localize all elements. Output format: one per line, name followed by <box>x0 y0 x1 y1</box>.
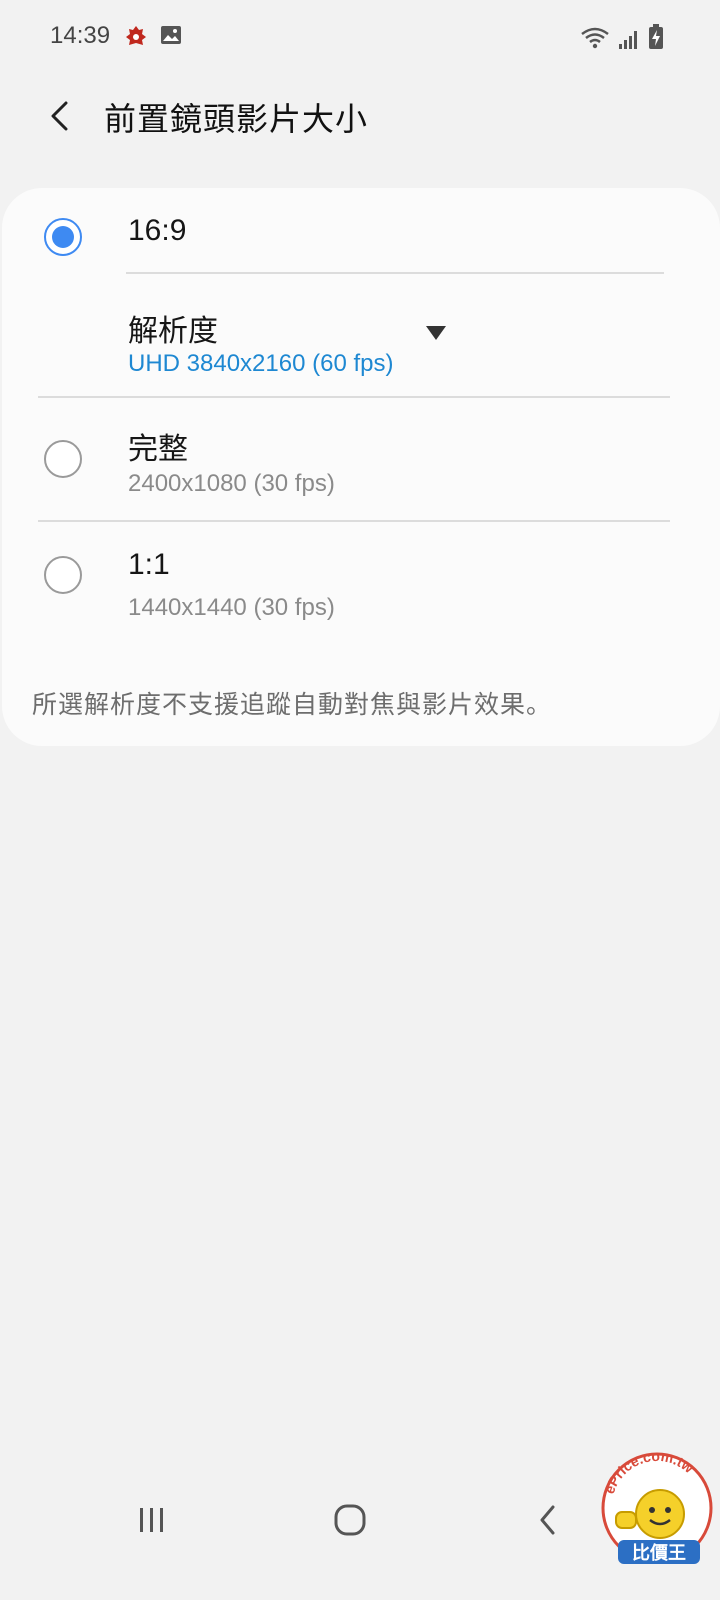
back-icon <box>540 1505 555 1535</box>
option-16-9[interactable]: 16:9 解析度 UHD 3840x2160 (60 fps) <box>2 188 720 396</box>
video-size-options-card: 16:9 解析度 UHD 3840x2160 (60 fps) 完整 2400x… <box>2 188 720 746</box>
back-arrow-icon <box>51 101 68 131</box>
back-button[interactable] <box>34 90 86 142</box>
resolution-note: 所選解析度不支援追蹤自動對焦與影片效果。 <box>32 691 553 719</box>
status-right-icons <box>580 24 664 55</box>
page-title: 前置鏡頭影片大小 <box>104 101 369 137</box>
resolution-dropdown-icon[interactable] <box>426 326 446 340</box>
option-full-label: 完整 <box>128 433 188 466</box>
recents-button[interactable] <box>122 1490 182 1550</box>
radio-16-9[interactable] <box>44 218 82 256</box>
nav-back-button[interactable] <box>518 1490 578 1550</box>
radio-full[interactable] <box>44 440 82 478</box>
option-1-1-sub: 1440x1440 (30 fps) <box>128 594 335 621</box>
resolution-label: 解析度 <box>128 315 218 348</box>
signal-icon <box>618 28 640 55</box>
status-bar: 14:39 <box>0 0 720 72</box>
home-icon <box>334 1504 366 1536</box>
app-icon <box>124 24 148 53</box>
app-bar: 前置鏡頭影片大小 <box>0 72 720 162</box>
status-left-icons <box>124 24 182 53</box>
option-16-9-label: 16:9 <box>128 214 187 247</box>
svg-text:比價王: 比價王 <box>632 1542 686 1564</box>
eprice-watermark-logo: ePrice.com.tw 比價王 <box>598 1448 716 1570</box>
option-1-1-label: 1:1 <box>128 548 170 581</box>
gallery-icon <box>160 24 182 53</box>
home-button[interactable] <box>320 1490 380 1550</box>
radio-1-1[interactable] <box>44 556 82 594</box>
status-time: 14:39 <box>50 22 111 49</box>
recents-icon <box>140 1508 163 1532</box>
option-16-9-divider <box>126 272 664 274</box>
wifi-icon <box>580 26 610 55</box>
option-full-sub: 2400x1080 (30 fps) <box>128 470 335 497</box>
resolution-value[interactable]: UHD 3840x2160 (60 fps) <box>128 350 393 378</box>
option-1-1[interactable]: 1:1 1440x1440 (30 fps) <box>2 522 720 644</box>
option-full[interactable]: 完整 2400x1080 (30 fps) <box>2 398 720 520</box>
battery-charging-icon <box>648 24 664 55</box>
